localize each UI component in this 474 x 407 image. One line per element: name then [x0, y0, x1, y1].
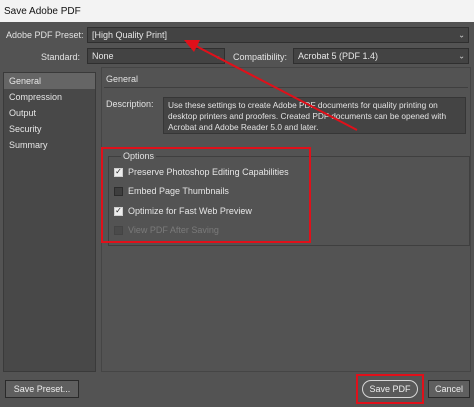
- annotation-box-options: [101, 147, 311, 243]
- cancel-button[interactable]: Cancel: [428, 380, 470, 398]
- standard-value: None: [92, 51, 114, 61]
- description-content: Use these settings to create Adobe PDF d…: [168, 100, 447, 132]
- chevron-down-icon: ⌄: [458, 30, 465, 40]
- preset-dropdown[interactable]: [High Quality Print] ⌄: [87, 27, 469, 43]
- sidebar-item-summary[interactable]: Summary: [4, 137, 95, 153]
- preset-value: [High Quality Print]: [92, 30, 168, 40]
- description-text: Use these settings to create Adobe PDF d…: [163, 97, 466, 134]
- description-label: Description:: [106, 99, 154, 109]
- sidebar-item-general[interactable]: General: [4, 73, 95, 89]
- standard-label: Standard:: [41, 52, 81, 62]
- title-bar: Save Adobe PDF: [0, 0, 474, 22]
- annotation-box-save-pdf: [356, 374, 424, 404]
- compatibility-dropdown[interactable]: Acrobat 5 (PDF 1.4) ⌄: [293, 48, 469, 64]
- sidebar-item-output[interactable]: Output: [4, 105, 95, 121]
- panel-heading: General: [106, 74, 139, 84]
- preset-label: Adobe PDF Preset:: [6, 30, 84, 40]
- compatibility-label: Compatibility:: [233, 52, 288, 62]
- window-title: Save Adobe PDF: [4, 5, 81, 17]
- chevron-down-icon: ⌄: [458, 51, 465, 61]
- sidebar-item-compression[interactable]: Compression: [4, 89, 95, 105]
- standard-dropdown[interactable]: None ⌄: [87, 48, 225, 64]
- compatibility-value: Acrobat 5 (PDF 1.4): [298, 51, 379, 61]
- save-preset-button[interactable]: Save Preset...: [5, 380, 79, 398]
- sidebar-item-security[interactable]: Security: [4, 121, 95, 137]
- divider: [104, 87, 468, 88]
- category-sidebar: General Compression Output Security Summ…: [3, 72, 96, 372]
- chevron-down-icon: ⌄: [214, 51, 221, 61]
